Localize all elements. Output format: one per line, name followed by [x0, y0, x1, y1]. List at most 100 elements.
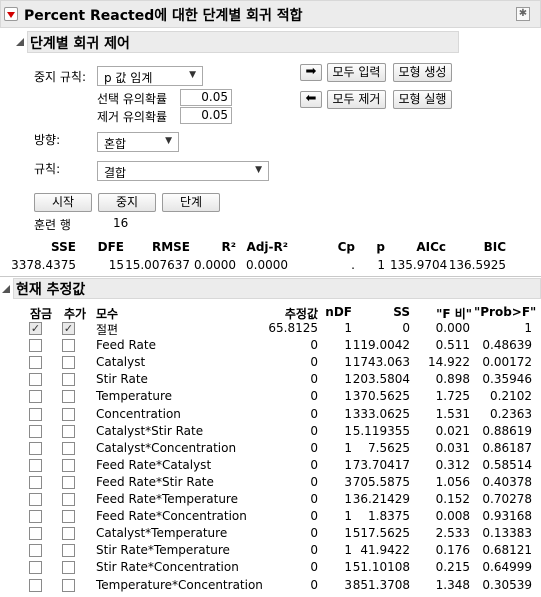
- lock-checkbox[interactable]: [29, 476, 42, 489]
- prob-f-value: 0.40378: [482, 475, 532, 489]
- lock-checkbox[interactable]: [29, 510, 42, 523]
- prob-f-value: 0.68121: [482, 543, 532, 557]
- entered-checkbox[interactable]: [62, 442, 75, 455]
- prob-f-value: 0.88619: [482, 424, 532, 438]
- entered-checkbox[interactable]: [62, 408, 75, 421]
- stat-value-bic: 136.5925: [448, 258, 506, 272]
- f-ratio-value: 1.056: [435, 475, 470, 489]
- entered-checkbox[interactable]: [62, 493, 75, 506]
- col-header-param: 모수: [96, 307, 119, 321]
- estimate-value: 0: [310, 424, 318, 438]
- rules-select[interactable]: 결합 ▼: [97, 161, 269, 181]
- estimate-value: 0: [310, 441, 318, 455]
- lock-checkbox[interactable]: [29, 373, 42, 386]
- f-ratio-value: 1.531: [435, 407, 470, 421]
- lock-checkbox[interactable]: [29, 408, 42, 421]
- param-name: Catalyst: [96, 355, 146, 369]
- red-triangle-menu-icon[interactable]: [4, 7, 18, 21]
- prob-f-value: 0.48639: [482, 338, 532, 352]
- p-enter-input[interactable]: 0.05: [180, 89, 232, 106]
- entered-checkbox[interactable]: [62, 373, 75, 386]
- prob-f-value: 0.30539: [482, 578, 532, 592]
- param-name: Temperature*Concentration: [96, 578, 263, 592]
- ss-value: 1743.063: [352, 355, 410, 369]
- stat-header-aicc: AICc: [416, 240, 446, 254]
- stop-rule-value: p 값 임계: [104, 71, 153, 85]
- entered-checkbox[interactable]: [62, 579, 75, 592]
- lock-checkbox[interactable]: [29, 425, 42, 438]
- entered-checkbox[interactable]: ✓: [62, 322, 75, 335]
- prob-f-value: 0.13383: [482, 526, 532, 540]
- entered-checkbox[interactable]: [62, 425, 75, 438]
- go-button[interactable]: 시작: [34, 193, 92, 212]
- remove-all-arrow-button[interactable]: ⬅: [300, 91, 322, 108]
- step-button[interactable]: 단계: [162, 193, 220, 212]
- estimates-section-header[interactable]: [13, 278, 541, 299]
- disclosure-estimates-icon[interactable]: [2, 285, 10, 293]
- entered-checkbox[interactable]: [62, 561, 75, 574]
- remove-all-button[interactable]: 모두 제거: [327, 90, 386, 109]
- param-name: Stir Rate: [96, 372, 148, 386]
- ss-value: 73.70417: [352, 458, 410, 472]
- p-leave-input[interactable]: 0.05: [180, 107, 232, 124]
- stat-header-adjr2: Adj-R²: [246, 240, 288, 254]
- stop-button[interactable]: 중지: [98, 193, 156, 212]
- stat-header-p: p: [376, 240, 385, 254]
- entered-checkbox[interactable]: [62, 510, 75, 523]
- f-ratio-value: 0.031: [435, 441, 470, 455]
- entered-checkbox[interactable]: [62, 390, 75, 403]
- enter-all-arrow-button[interactable]: ➡: [300, 64, 322, 81]
- pin-icon[interactable]: ✱: [516, 7, 530, 21]
- lock-checkbox[interactable]: [29, 544, 42, 557]
- param-name: Concentration: [96, 407, 181, 421]
- prob-f-value: 0.00172: [482, 355, 532, 369]
- stat-header-rmse: RMSE: [151, 240, 190, 254]
- entered-checkbox[interactable]: [62, 356, 75, 369]
- ss-value: 333.0625: [352, 407, 410, 421]
- lock-checkbox[interactable]: [29, 390, 42, 403]
- training-rows-value: 16: [113, 216, 129, 230]
- run-model-button[interactable]: 모형 실행: [393, 90, 452, 109]
- lock-checkbox[interactable]: [29, 356, 42, 369]
- report-title: Percent Reacted에 대한 단계별 회귀 적합: [24, 8, 303, 24]
- estimate-value: 0: [310, 458, 318, 472]
- stop-rule-select[interactable]: p 값 임계 ▼: [97, 66, 203, 86]
- make-model-button[interactable]: 모형 생성: [393, 63, 452, 82]
- prob-f-value: 0.58514: [482, 458, 532, 472]
- param-name: Temperature: [96, 389, 173, 403]
- param-name: Catalyst*Temperature: [96, 526, 228, 540]
- entered-checkbox[interactable]: [62, 544, 75, 557]
- f-ratio-value: 14.922: [428, 355, 470, 369]
- ss-value: 41.9422: [360, 543, 410, 557]
- rules-label: 규칙:: [34, 162, 61, 176]
- ss-value: 1.8375: [368, 509, 410, 523]
- lock-checkbox[interactable]: [29, 493, 42, 506]
- col-header-ss: SS: [393, 305, 410, 319]
- prob-f-value: 0.2102: [490, 389, 532, 403]
- f-ratio-value: 0.176: [435, 543, 470, 557]
- enter-all-button[interactable]: 모두 입력: [327, 63, 386, 82]
- col-header-fratio: "F 비": [436, 307, 472, 321]
- direction-select[interactable]: 혼합 ▼: [97, 132, 179, 152]
- training-rows-label: 훈련 행: [34, 218, 71, 232]
- lock-checkbox[interactable]: [29, 339, 42, 352]
- lock-checkbox[interactable]: ✓: [29, 322, 42, 335]
- f-ratio-value: 0.008: [435, 509, 470, 523]
- arrow-left-icon: ⬅: [305, 91, 317, 106]
- lock-checkbox[interactable]: [29, 579, 42, 592]
- entered-checkbox[interactable]: [62, 459, 75, 472]
- entered-checkbox[interactable]: [62, 527, 75, 540]
- f-ratio-value: 1.348: [435, 578, 470, 592]
- disclosure-control-icon[interactable]: [16, 38, 24, 46]
- f-ratio-value: 0.898: [435, 372, 470, 386]
- entered-checkbox[interactable]: [62, 339, 75, 352]
- stat-value-sse: 3378.4375: [11, 258, 76, 272]
- lock-checkbox[interactable]: [29, 561, 42, 574]
- lock-checkbox[interactable]: [29, 527, 42, 540]
- f-ratio-value: 1.725: [435, 389, 470, 403]
- f-ratio-value: 0.000: [435, 321, 470, 335]
- lock-checkbox[interactable]: [29, 442, 42, 455]
- lock-checkbox[interactable]: [29, 459, 42, 472]
- p-leave-label: 제거 유의확률: [97, 110, 168, 124]
- entered-checkbox[interactable]: [62, 476, 75, 489]
